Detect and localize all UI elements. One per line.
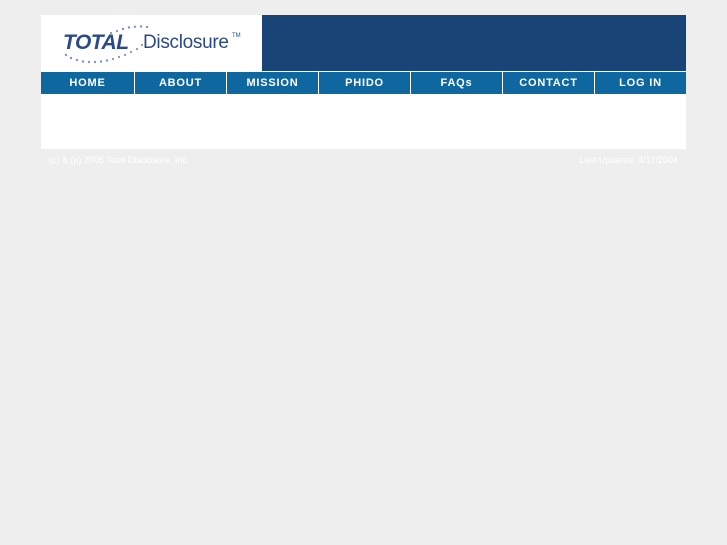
nav-phido[interactable]: PHIDO (318, 72, 410, 94)
site-header: TOTAL Disclosure TM (41, 15, 686, 71)
logo-trademark: TM (232, 33, 241, 39)
main-content (41, 94, 686, 149)
nav-contact[interactable]: CONTACT (502, 72, 594, 94)
copyright-text: (c) & (p) 2005 Total Disclosure, Inc. (49, 155, 190, 165)
header-banner (262, 15, 686, 71)
main-nav: HOME ABOUT MISSION PHIDO FAQs CONTACT LO… (41, 71, 686, 94)
nav-about[interactable]: ABOUT (134, 72, 226, 94)
nav-log-in[interactable]: LOG IN (594, 72, 686, 94)
site-footer: (c) & (p) 2005 Total Disclosure, Inc. La… (41, 149, 686, 165)
last-updated-text: Last Updated: 4/17/2004 (579, 155, 678, 165)
logo-disclosure-text: Disclosure (143, 32, 229, 53)
nav-home[interactable]: HOME (41, 72, 134, 94)
logo-total-text: TOTAL (63, 31, 129, 54)
nav-mission[interactable]: MISSION (226, 72, 318, 94)
page-frame: TOTAL Disclosure TM HOME ABOUT MISSION P… (41, 15, 686, 165)
logo-container[interactable]: TOTAL Disclosure TM (41, 15, 262, 71)
nav-faqs[interactable]: FAQs (410, 72, 502, 94)
total-disclosure-logo[interactable]: TOTAL Disclosure TM (63, 25, 241, 65)
